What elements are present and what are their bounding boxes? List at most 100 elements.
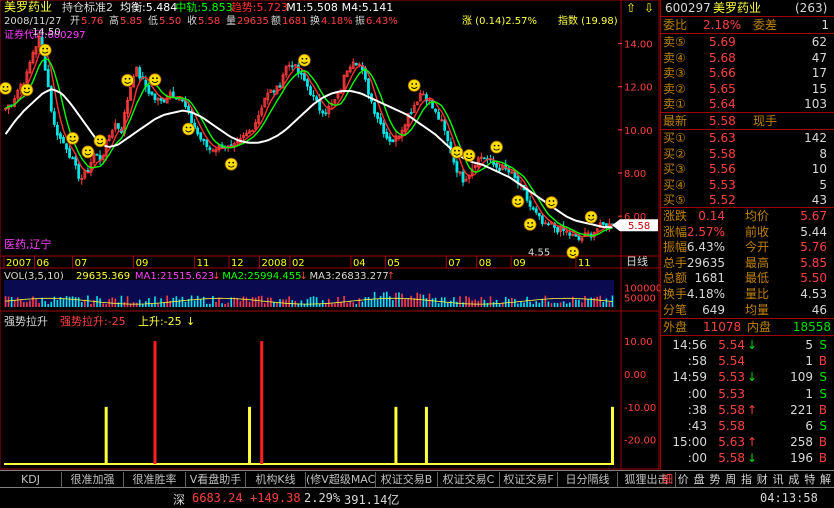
scroll-up-icon[interactable]: ⇧ (626, 1, 636, 15)
quote-panel: 600297 美罗药业 (263) 委比 2.18% 委差 1 最新 5.58 … (660, 0, 834, 470)
candle-body (77, 164, 81, 179)
smiley-eye-icon (128, 77, 131, 80)
candle-body (367, 78, 370, 95)
stat-label: 最高 (745, 255, 770, 270)
x-tick-label: 09 (513, 258, 526, 269)
smiley-icon (121, 73, 134, 87)
tab-quote-view[interactable]: 指 (739, 472, 754, 487)
tab-indicator[interactable]: 日分隔线 (558, 472, 618, 487)
stat-row: 涨跌 0.14 均价 5.67 (661, 208, 834, 224)
buy-volume: 10 (811, 162, 827, 177)
x-tick-label: 11 (197, 258, 210, 269)
waipan-row: 外盘 11078 内盘 18558 (663, 320, 831, 334)
smiley-icon (511, 195, 525, 208)
smiley-icon (224, 157, 238, 171)
candle-body (153, 93, 157, 101)
stat-value: 0.14 (698, 209, 725, 223)
index-name: 深 (173, 493, 186, 507)
stock-name: 美罗药业 (713, 1, 762, 15)
candle-body (65, 143, 68, 150)
info-value: 1681 (282, 16, 307, 27)
smiley-eye-icon (97, 138, 99, 141)
ma-mid-line (5, 58, 613, 237)
waipan-value: 11078 (703, 320, 742, 334)
candle-body (324, 112, 328, 115)
chart-canvas[interactable]: 美罗药业 持仓标准2 均衡:5.484中轨:5.853趋势:5.723M1:5.50… (0, 0, 660, 470)
tick-side: B (818, 354, 827, 369)
x-tick-label: 2007 (6, 258, 31, 269)
stock-count: (263) (795, 1, 828, 15)
sell-price: 5.69 (709, 35, 736, 49)
tick-volume: 196 (790, 451, 813, 466)
tick-row: :00 5.53 1 S (661, 386, 834, 402)
price-tag-value: 5.58 (628, 221, 650, 232)
tab-quote-view[interactable]: 解 (818, 472, 833, 487)
tab-indicator[interactable]: KDJ (0, 472, 62, 487)
ind-y-tick: -10.00 (624, 403, 656, 414)
info-label: 量 (226, 15, 236, 27)
x-tick-label: 12 (231, 258, 244, 269)
tab-quote-view[interactable]: 讯 (771, 472, 786, 487)
candle-body (150, 91, 154, 95)
candle-body (376, 112, 380, 119)
stat-label: 今开 (745, 240, 770, 255)
candle-body (202, 139, 206, 142)
tab-indicator[interactable]: V看盘助手 (186, 472, 246, 487)
tab-indicator[interactable]: (修V超级MACD (306, 472, 376, 487)
scroll-down-icon[interactable]: ⇩ (644, 1, 654, 15)
weicha-value: 1 (821, 18, 829, 32)
tab-indicator[interactable]: 权证交易C (438, 472, 500, 487)
buy-label: 买⑤ (663, 193, 686, 208)
tab-quote-view[interactable]: 盘 (692, 472, 707, 487)
candle-body (306, 79, 309, 87)
tick-volume: 109 (790, 370, 813, 385)
tab-quote-view[interactable]: 特 (802, 472, 817, 487)
clock: 04:13:58 (760, 491, 818, 505)
stat-label: 涨跌 (663, 209, 688, 223)
tab-quote-view[interactable]: 势 (707, 472, 722, 487)
latest-row: 最新 5.58 现手 (663, 114, 778, 128)
buy-price: 5.56 (709, 162, 736, 177)
smiley-eye-icon (156, 77, 158, 80)
tab-indicator[interactable]: 权证交易F (500, 472, 558, 487)
tick-price: 5.54 (718, 354, 745, 369)
tab-indicator[interactable]: 很准加强 (62, 472, 124, 487)
buy-volume: 43 (811, 193, 827, 208)
ind-y-tick: 0.00 (624, 370, 646, 381)
tab-quote-view[interactable]: 成 (786, 472, 801, 487)
tick-time: :38 (687, 402, 707, 417)
buy-row: 买③ 5.56 10 (661, 161, 834, 177)
candle-body (373, 102, 376, 114)
tick-side: S (819, 370, 827, 385)
candle-body (162, 99, 166, 103)
smiley-eye-icon (185, 126, 188, 129)
tick-side: S (819, 338, 827, 352)
tab-quote-view[interactable]: 周 (723, 472, 738, 487)
x-tick-label: 06 (37, 258, 50, 269)
tab-indicator[interactable]: 很准胜率 (124, 472, 186, 487)
tick-volume: 1 (805, 354, 813, 369)
stat-label: 均价 (745, 209, 770, 223)
buy-label: 买② (663, 146, 686, 161)
indicator-tabs[interactable]: KDJ很准加强很准胜率V看盘助手机构K线(修V超级MACD权证交易B权证交易C权… (0, 470, 834, 488)
index-value: 6683.24 (192, 491, 243, 505)
tab-indicator[interactable]: 机构K线 (246, 472, 306, 487)
smiley-eye-icon (23, 87, 26, 90)
chart-area[interactable]: 美罗药业 持仓标准2 均衡:5.484 中轨:5.853 趋势:5.723 M1:5.50… (0, 0, 660, 470)
ind-series: 强势拉升:-25 (60, 314, 126, 328)
tab-indicator[interactable]: 权证交易B (376, 472, 438, 487)
tab-quote-view[interactable]: 财 (755, 472, 770, 487)
tab-quote-view[interactable]: 价 (676, 472, 691, 487)
candle-body (312, 94, 315, 97)
candle-body (379, 117, 383, 125)
stat-label: 均量 (745, 302, 770, 317)
tab-quote-view[interactable]: 细 (660, 472, 675, 487)
x-tick-label: 09 (136, 258, 149, 269)
stat-value: 46 (811, 302, 827, 317)
sell-row: 卖① 5.64 103 (661, 96, 834, 112)
tick-time: :00 (687, 386, 707, 401)
stat-value: 4.18% (686, 287, 725, 301)
tick-time: :43 (687, 419, 707, 433)
sell-label: 卖② (663, 81, 686, 96)
info-label: 高 (109, 14, 119, 27)
